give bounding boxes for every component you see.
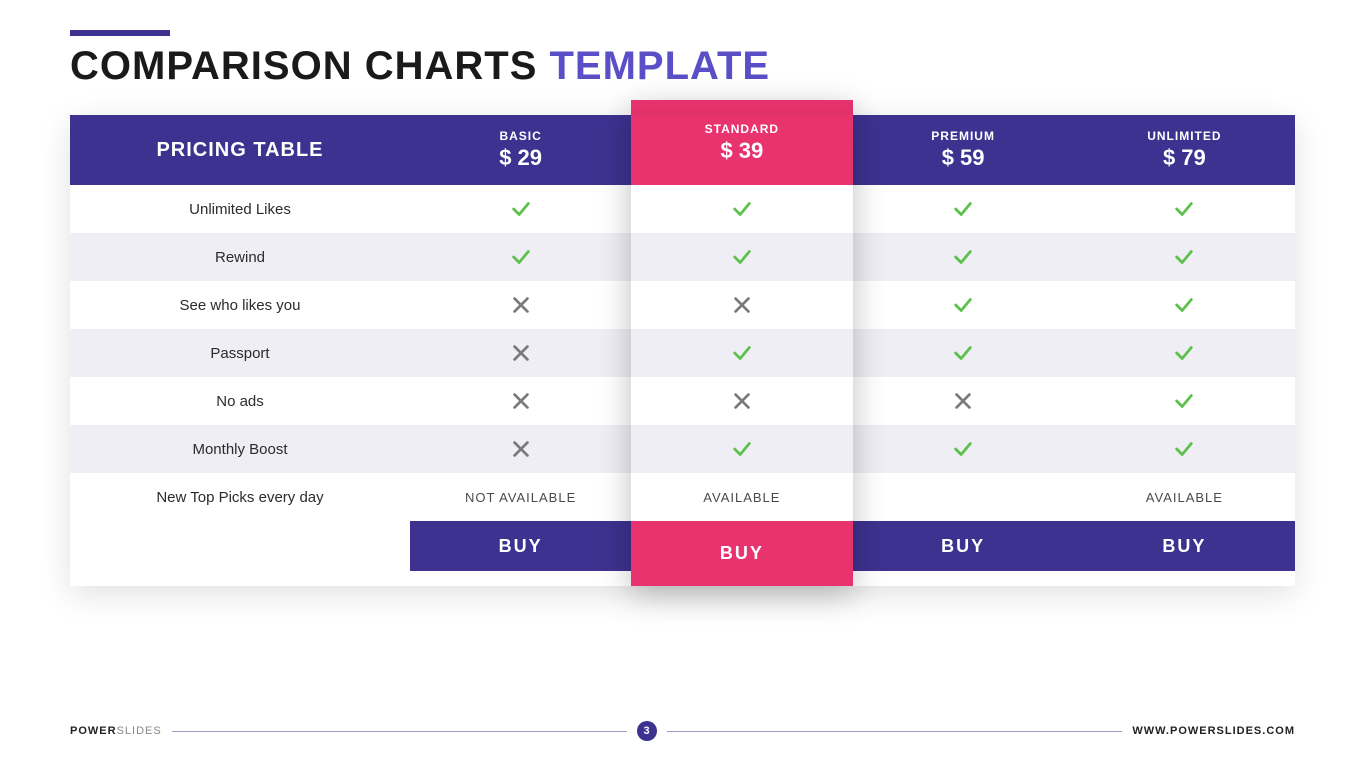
cross-icon bbox=[510, 438, 532, 460]
plan-header: UNLIMITED$ 79 bbox=[1074, 115, 1295, 185]
cross-icon bbox=[731, 390, 753, 412]
plan-value bbox=[1074, 329, 1295, 377]
plan-value bbox=[853, 473, 1074, 521]
plan-value: AVAILABLE bbox=[1074, 473, 1295, 521]
plan-column-premium: PREMIUM$ 59 BUY bbox=[853, 115, 1074, 586]
check-icon bbox=[1173, 246, 1195, 268]
page-number: 3 bbox=[637, 721, 657, 741]
cross-icon bbox=[731, 294, 753, 316]
plan-value bbox=[410, 329, 631, 377]
check-icon bbox=[731, 198, 753, 220]
check-icon bbox=[731, 246, 753, 268]
plan-value: NOT AVAILABLE bbox=[410, 473, 631, 521]
plan-value bbox=[631, 377, 852, 425]
plan-value bbox=[853, 425, 1074, 473]
plan-header: BASIC$ 29 bbox=[410, 115, 631, 185]
accent-bar bbox=[70, 30, 170, 36]
feature-label: See who likes you bbox=[70, 281, 410, 329]
plan-column-standard: STANDARD$ 39 AVAILABLEBUY bbox=[631, 100, 852, 586]
buy-button[interactable]: BUY bbox=[1074, 521, 1295, 571]
plan-value: AVAILABLE bbox=[631, 473, 852, 521]
plan-header: PREMIUM$ 59 bbox=[853, 115, 1074, 185]
check-icon bbox=[952, 294, 974, 316]
cross-icon bbox=[952, 390, 974, 412]
pricing-header: PRICING TABLE bbox=[70, 115, 410, 185]
feature-label: Unlimited Likes bbox=[70, 185, 410, 233]
plan-value bbox=[631, 185, 852, 233]
check-icon bbox=[952, 438, 974, 460]
title-part-b: TEMPLATE bbox=[549, 44, 770, 88]
footer: POWERSLIDES 3 WWW.POWERSLIDES.COM bbox=[70, 721, 1295, 741]
check-icon bbox=[1173, 390, 1195, 412]
feature-label: Monthly Boost bbox=[70, 425, 410, 473]
plan-value bbox=[853, 377, 1074, 425]
feature-label: New Top Picks every day bbox=[70, 473, 410, 521]
check-icon bbox=[1173, 294, 1195, 316]
feature-label: Rewind bbox=[70, 233, 410, 281]
check-icon bbox=[952, 246, 974, 268]
plan-value bbox=[410, 281, 631, 329]
title-part-a: COMPARISON CHARTS bbox=[70, 44, 549, 88]
cross-icon bbox=[510, 294, 532, 316]
cross-icon bbox=[510, 342, 532, 364]
plan-value bbox=[631, 281, 852, 329]
check-icon bbox=[1173, 342, 1195, 364]
check-icon bbox=[952, 342, 974, 364]
check-icon bbox=[1173, 438, 1195, 460]
feature-label: No ads bbox=[70, 377, 410, 425]
check-icon bbox=[510, 198, 532, 220]
plan-value bbox=[410, 233, 631, 281]
plan-value bbox=[1074, 233, 1295, 281]
footer-url: WWW.POWERSLIDES.COM bbox=[1132, 725, 1295, 737]
plan-value bbox=[410, 185, 631, 233]
cross-icon bbox=[510, 390, 532, 412]
plan-value bbox=[1074, 425, 1295, 473]
plan-value bbox=[853, 329, 1074, 377]
plan-header: STANDARD$ 39 bbox=[631, 100, 852, 185]
buy-button[interactable]: BUY bbox=[853, 521, 1074, 571]
plan-value bbox=[1074, 185, 1295, 233]
plan-value bbox=[1074, 281, 1295, 329]
plan-value bbox=[410, 377, 631, 425]
plan-value bbox=[853, 233, 1074, 281]
plan-value bbox=[853, 185, 1074, 233]
check-icon bbox=[952, 198, 974, 220]
check-icon bbox=[510, 246, 532, 268]
buy-button[interactable]: BUY bbox=[631, 521, 852, 586]
plan-value bbox=[1074, 377, 1295, 425]
brand: POWER bbox=[70, 725, 117, 737]
plan-value bbox=[853, 281, 1074, 329]
plan-value bbox=[631, 233, 852, 281]
plan-value bbox=[410, 425, 631, 473]
check-icon bbox=[731, 342, 753, 364]
check-icon bbox=[731, 438, 753, 460]
plan-value bbox=[631, 425, 852, 473]
buy-button[interactable]: BUY bbox=[410, 521, 631, 571]
feature-label: Passport bbox=[70, 329, 410, 377]
plan-column-basic: BASIC$ 29 NOT AVAILABLEBUY bbox=[410, 115, 631, 586]
plan-value bbox=[631, 329, 852, 377]
page-title: COMPARISON CHARTS TEMPLATE bbox=[70, 44, 1295, 89]
plan-column-unlimited: UNLIMITED$ 79 AVAILABLEBUY bbox=[1074, 115, 1295, 586]
check-icon bbox=[1173, 198, 1195, 220]
pricing-table: PRICING TABLEUnlimited LikesRewindSee wh… bbox=[70, 115, 1295, 586]
